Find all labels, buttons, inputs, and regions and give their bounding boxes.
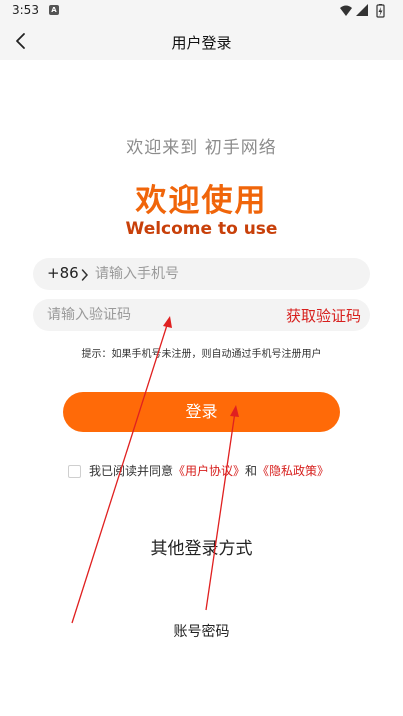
code-input[interactable] <box>47 299 267 331</box>
greeting-text: 欢迎来到 初手网络 <box>126 138 277 158</box>
other-login-title: 其他登录方式 <box>150 539 253 559</box>
agreement-prefix: 我已阅读并同意 <box>89 464 174 478</box>
chevron-right-icon[interactable] <box>81 267 89 281</box>
status-time: 3:53 <box>12 3 39 17</box>
welcome-title: 欢迎使用 <box>135 183 268 219</box>
welcome-subtitle: Welcome to use <box>125 219 278 239</box>
page-title: 用户登录 <box>171 34 232 52</box>
code-field: 获取验证码 <box>33 299 370 331</box>
phone-input[interactable] <box>95 258 355 290</box>
status-icons <box>339 3 391 19</box>
agreement-checkbox[interactable] <box>68 465 81 478</box>
get-code-button[interactable]: 获取验证码 <box>286 305 361 326</box>
register-hint: 提示：如果手机号未注册，则自动通过手机号注册用户 <box>81 349 322 360</box>
agreement-text: 我已阅读并同意《用户协议》和《隐私政策》 <box>89 463 329 479</box>
account-password-login[interactable]: 账号密码 <box>0 621 403 641</box>
login-button[interactable]: 登录 <box>63 392 340 432</box>
phone-field: +86 <box>33 258 370 290</box>
nav-bar: 用户登录 <box>0 22 403 60</box>
status-bar: 3:53 A <box>0 0 403 22</box>
annotation-arrow-line <box>205 411 236 611</box>
country-code[interactable]: +86 <box>47 264 79 282</box>
notification-icon: A <box>49 5 59 15</box>
wifi-signal-battery-icon <box>340 4 385 18</box>
user-agreement-link[interactable]: 《用户协议》 <box>173 464 245 478</box>
privacy-policy-link[interactable]: 《隐私政策》 <box>257 464 329 478</box>
agreement-and: 和 <box>245 464 258 478</box>
